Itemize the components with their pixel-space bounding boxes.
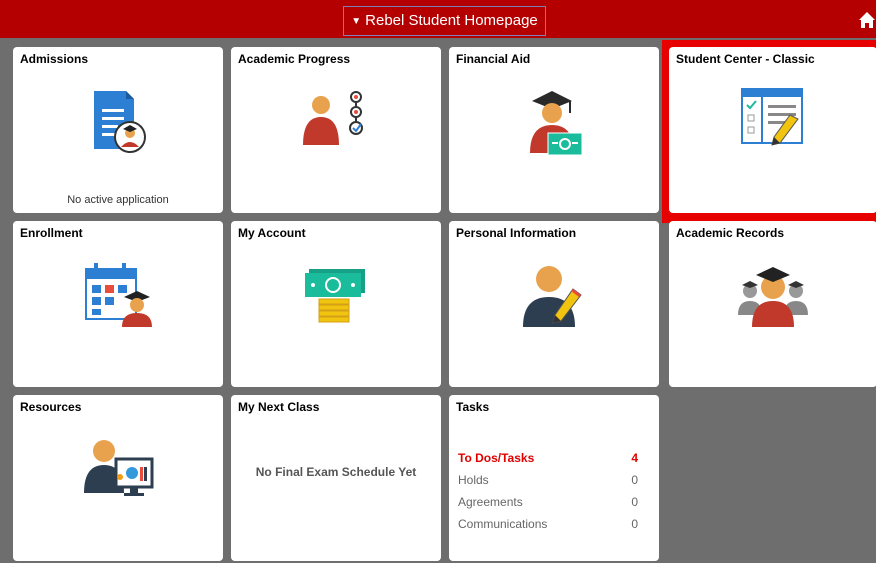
homepage-title: Rebel Student Homepage (365, 12, 538, 29)
task-count: 0 (631, 517, 638, 531)
task-label: Communications (458, 517, 548, 531)
tile-my-account[interactable]: My Account (231, 221, 441, 387)
caret-down-icon: ▼ (351, 16, 362, 27)
tile-title: Resources (20, 400, 82, 414)
top-banner: ▼ Rebel Student Homepage (0, 0, 876, 38)
tile-title: Academic Progress (238, 52, 351, 66)
progress-person-icon (303, 91, 363, 145)
tile-title: Personal Information (456, 226, 577, 240)
tile-title: Financial Aid (456, 52, 531, 66)
tile-enrollment[interactable]: Enrollment (13, 221, 223, 387)
graduate-money-icon (530, 91, 583, 156)
classic-form-icon (741, 88, 803, 146)
tile-tasks[interactable]: Tasks To Dos/Tasks 4 Holds 0 Agreements … (449, 395, 659, 561)
calendar-graduate-icon (85, 263, 152, 327)
homepage-selector[interactable]: ▼ Rebel Student Homepage (343, 6, 546, 36)
tile-academic-progress[interactable]: Academic Progress (231, 47, 441, 213)
tile-title: My Next Class (238, 400, 320, 414)
task-row-todos[interactable]: To Dos/Tasks 4 (458, 447, 638, 469)
admissions-status: No active application (67, 194, 169, 206)
task-label: Holds (458, 473, 489, 487)
task-count: 0 (631, 473, 638, 487)
tile-title: My Account (238, 226, 306, 240)
tile-title: Enrollment (20, 226, 83, 240)
tile-resources[interactable]: Resources (13, 395, 223, 561)
task-count: 4 (631, 451, 638, 465)
tile-financial-aid[interactable]: Financial Aid (449, 47, 659, 213)
tile-student-center-classic[interactable]: Student Center - Classic (669, 47, 876, 213)
task-list: To Dos/Tasks 4 Holds 0 Agreements 0 Comm… (458, 447, 638, 535)
tile-title: Tasks (456, 400, 490, 414)
person-edit-icon (523, 266, 582, 327)
tile-personal-information[interactable]: Personal Information (449, 221, 659, 387)
home-icon[interactable] (858, 10, 876, 30)
task-row-agreements[interactable]: Agreements 0 (458, 491, 638, 513)
person-computer-icon (84, 440, 154, 496)
document-graduate-icon (94, 91, 146, 153)
next-class-message: No Final Exam Schedule Yet (255, 465, 417, 479)
money-coins-icon (305, 269, 365, 323)
graduates-group-icon (738, 267, 808, 327)
task-row-holds[interactable]: Holds 0 (458, 469, 638, 491)
tile-academic-records[interactable]: Academic Records (669, 221, 876, 387)
tile-admissions[interactable]: Admissions No active application (13, 47, 223, 213)
task-count: 0 (631, 495, 638, 509)
task-label: To Dos/Tasks (458, 451, 535, 465)
tile-my-next-class[interactable]: My Next Class No Final Exam Schedule Yet (231, 395, 441, 561)
tile-title: Student Center - Classic (676, 52, 815, 66)
task-label: Agreements (458, 495, 523, 509)
task-row-communications[interactable]: Communications 0 (458, 513, 638, 535)
tile-title: Academic Records (676, 226, 785, 240)
tile-title: Admissions (20, 52, 89, 66)
